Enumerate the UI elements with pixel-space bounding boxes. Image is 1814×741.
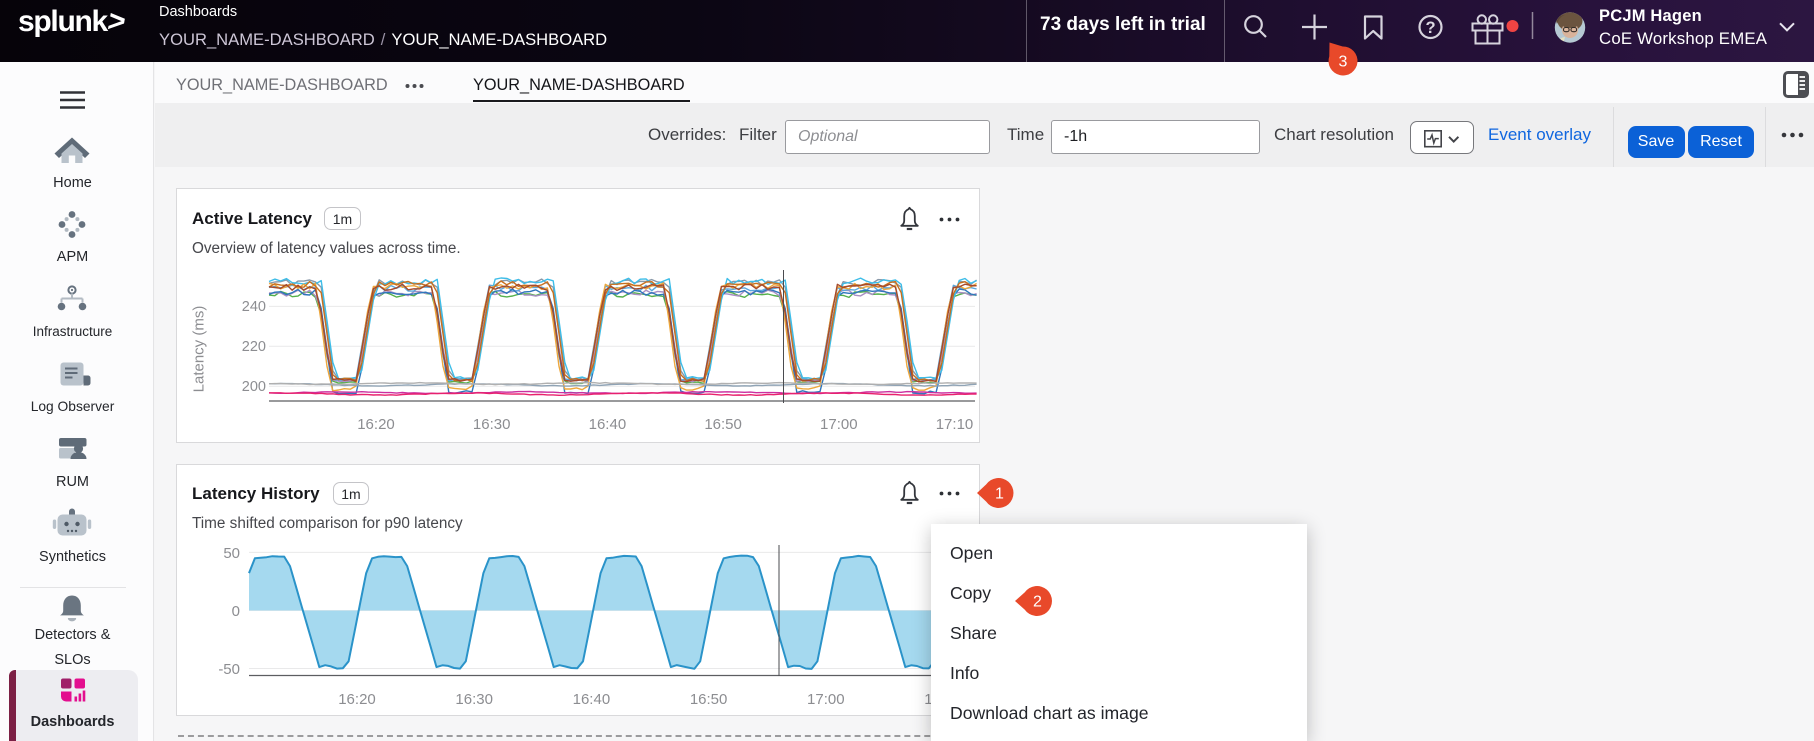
svg-text:16:30: 16:30 [473, 416, 511, 433]
svg-text:Latency (ms): Latency (ms) [191, 306, 208, 393]
svg-text:-50: -50 [218, 661, 240, 678]
svg-text:16:50: 16:50 [704, 416, 742, 433]
svg-text:200: 200 [242, 379, 266, 395]
svg-text:16:20: 16:20 [338, 691, 376, 708]
svg-text:220: 220 [242, 339, 266, 355]
svg-text:17:10: 17:10 [936, 416, 974, 433]
svg-text:17:00: 17:00 [820, 416, 858, 433]
svg-text:16:40: 16:40 [573, 691, 611, 708]
svg-text:240: 240 [242, 299, 266, 315]
svg-text:16:20: 16:20 [357, 416, 395, 433]
svg-text:16:50: 16:50 [690, 691, 728, 708]
svg-text:50: 50 [223, 545, 240, 562]
svg-text:16:30: 16:30 [455, 691, 493, 708]
svg-text:17:00: 17:00 [807, 691, 845, 708]
svg-text:?: ? [1425, 19, 1435, 37]
svg-text:0: 0 [232, 603, 240, 620]
svg-text:16:40: 16:40 [589, 416, 627, 433]
